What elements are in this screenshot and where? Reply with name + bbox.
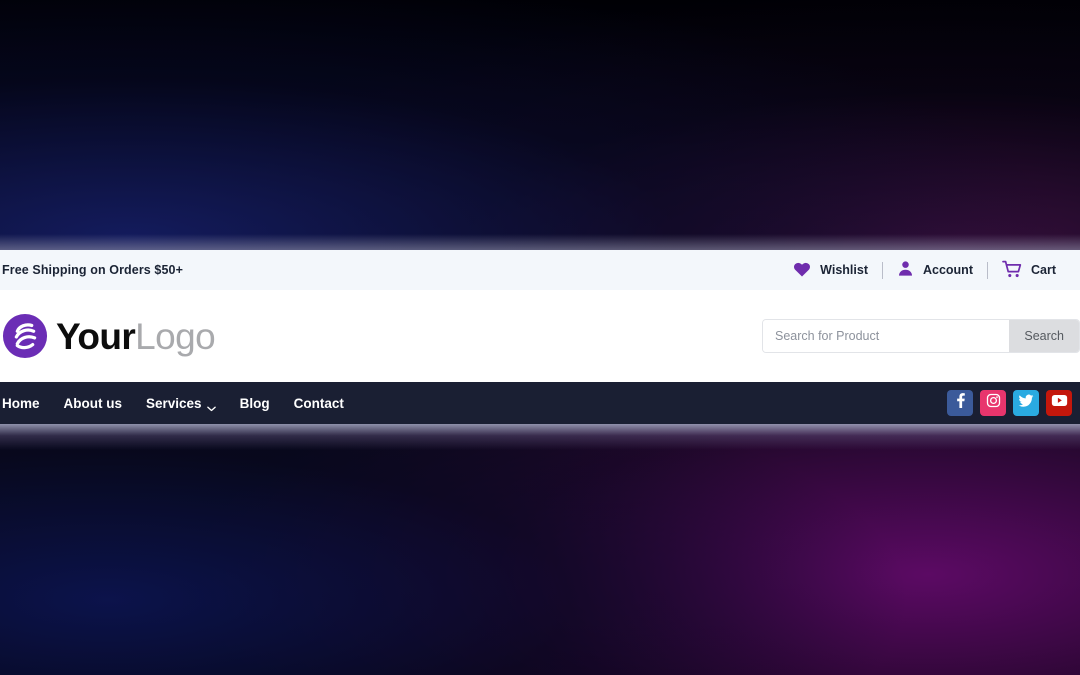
social-links: [947, 390, 1080, 416]
search-input[interactable]: [763, 320, 1010, 352]
logo-wordmark: YourLogo: [56, 315, 216, 357]
instagram-link[interactable]: [980, 390, 1006, 416]
nav-label-blog: Blog: [239, 395, 270, 411]
page-root: Free Shipping on Orders $50+ Wishlist Ac…: [0, 0, 1080, 675]
twitter-link[interactable]: [1013, 390, 1039, 416]
nav-item-blog[interactable]: Blog: [228, 396, 282, 411]
youtube-link[interactable]: [1046, 390, 1072, 416]
hero-background-top: [0, 0, 1080, 250]
nav-label-about-us: About us: [63, 395, 123, 411]
nav-item-home[interactable]: Home: [0, 396, 52, 411]
account-label: Account: [922, 263, 973, 277]
wishlist-link[interactable]: Wishlist: [779, 261, 882, 280]
instagram-icon: [986, 393, 1001, 413]
nav-label-contact: Contact: [293, 395, 344, 411]
nav-item-about-us[interactable]: About us: [52, 396, 135, 411]
youtube-icon: [1051, 394, 1068, 412]
twitter-icon: [1018, 393, 1034, 414]
facebook-link[interactable]: [947, 390, 973, 416]
facebook-icon: [953, 393, 968, 413]
cart-label: Cart: [1030, 263, 1056, 277]
free-shipping-promo-text: Free Shipping on Orders $50+: [2, 263, 183, 277]
cart-icon: [1002, 260, 1022, 281]
chevron-down-icon: [206, 400, 216, 412]
nav-label-services: Services: [146, 395, 202, 411]
site-logo[interactable]: YourLogo: [0, 313, 216, 359]
main-navigation-bar: Home About us Services Blog Contact: [0, 382, 1080, 424]
logo-text-primary: Your: [56, 315, 136, 357]
nav-item-services[interactable]: Services: [134, 395, 228, 412]
top-bar-links: Wishlist Account Cart: [779, 260, 1070, 281]
logo-text-secondary: Logo: [135, 315, 216, 357]
user-icon: [897, 260, 914, 280]
utility-top-bar: Free Shipping on Orders $50+ Wishlist Ac…: [0, 250, 1080, 290]
heart-icon: [793, 261, 811, 280]
nav-menu: Home About us Services Blog Contact: [0, 395, 356, 412]
account-link[interactable]: Account: [883, 260, 987, 280]
hero-background-bottom: [0, 424, 1080, 675]
site-header: YourLogo Search: [0, 290, 1080, 382]
nav-item-contact[interactable]: Contact: [282, 396, 356, 411]
nav-label-home: Home: [2, 395, 40, 411]
cart-link[interactable]: Cart: [988, 260, 1070, 281]
search-button[interactable]: Search: [1009, 320, 1079, 352]
product-search-bar: Search: [762, 319, 1080, 353]
swirl-s-logo-icon: [2, 313, 48, 359]
wishlist-label: Wishlist: [820, 263, 868, 277]
